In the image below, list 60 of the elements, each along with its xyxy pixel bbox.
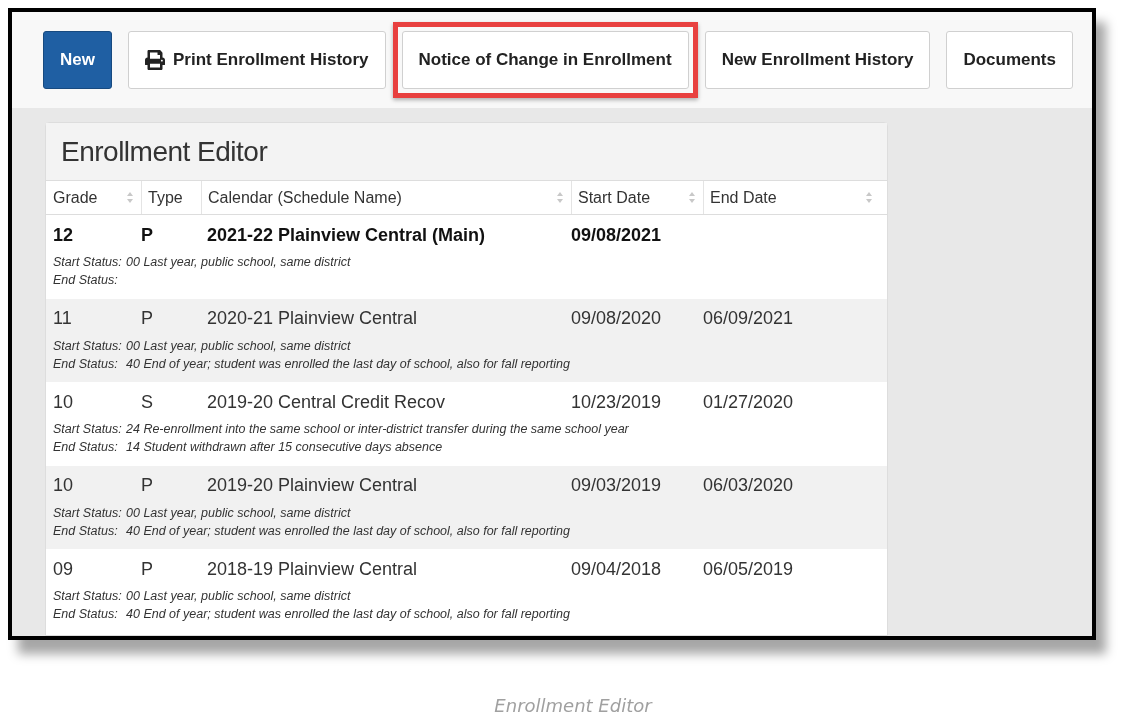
table-cell: 06/03/2020 [703, 475, 794, 496]
status-label: End Status: [53, 272, 119, 289]
table-cell: 09/03/2019 [571, 475, 662, 496]
status-text: 00 Last year, public school, same district [126, 337, 351, 355]
table-cell: P [141, 558, 153, 579]
toolbar-button[interactable]: New Enrollment History [704, 31, 931, 89]
status-text: 40 End of year; student was enrolled the last day of school, also for fall reporting [126, 522, 570, 540]
status-text: 40 End of year; student was enrolled the last day of school, also for fall reporting [126, 355, 570, 373]
column-header[interactable]: End Date [703, 181, 880, 214]
status-text: 40 End of year; student was enrolled the last day of school, also for fall reporting [126, 606, 570, 624]
status-text: 00 Last year, public school, same district [126, 504, 351, 522]
table-cell: 2018-19 Plainview Central [207, 558, 418, 579]
status-text: 00 Last year, public school, same district [126, 254, 351, 271]
column-header[interactable]: Calendar (Schedule Name) [201, 181, 571, 214]
status-label: End Status: [53, 606, 119, 624]
table-cell: 10/23/2019 [571, 391, 662, 412]
status-label: Start Status: [53, 421, 121, 439]
table-cell: 06/05/2019 [703, 558, 794, 579]
table-cell: 11 [53, 308, 72, 329]
status-label: End Status: [53, 439, 119, 457]
table-cell: P [141, 475, 153, 496]
sort-icon [866, 192, 872, 203]
image-caption: Enrollment Editor [494, 695, 652, 717]
table-cell: S [141, 391, 153, 412]
table-cell: 2019-20 Central Credit Recov [207, 391, 446, 412]
table-cell: P [141, 224, 153, 245]
table-cell: 10 [53, 391, 74, 412]
printer-icon [144, 50, 165, 70]
table-cell: 06/09/2021 [703, 308, 794, 329]
table-cell: 12 [53, 224, 74, 245]
panel-title: Enrollment Editor [61, 134, 268, 169]
sort-icon [127, 192, 133, 203]
table-cell: 10 [53, 475, 74, 496]
toolbar-button[interactable]: Notice of Change in Enrollment [401, 31, 689, 89]
table-cell: 01/27/2020 [703, 391, 794, 412]
table-cell: 2020-21 Plainview Central [207, 308, 418, 329]
table-cell: 09/08/2020 [571, 308, 662, 329]
table-cell: P [141, 308, 153, 329]
table-cell: 2019-20 Plainview Central [207, 475, 418, 496]
table-cell: 2021-22 Plainview Central (Main) [207, 224, 486, 245]
status-label: Start Status: [53, 254, 121, 271]
column-header[interactable]: Start Date [571, 181, 703, 214]
table-cell: 09/04/2018 [571, 558, 662, 579]
status-label: Start Status: [53, 588, 121, 606]
sort-icon [557, 192, 563, 203]
status-text: 24 Re-enrollment into the same school or inter-district transfer during the same school year [126, 421, 629, 439]
sort-icon [689, 192, 695, 203]
status-text: 14 Student withdrawn after 15 consecutive days absence [126, 439, 443, 457]
table-cell: 09/08/2021 [571, 224, 662, 245]
status-label: Start Status: [53, 337, 121, 355]
column-header[interactable]: Grade [53, 181, 141, 214]
column-header[interactable]: Type [141, 181, 201, 214]
table-cell: 09 [53, 558, 74, 579]
status-label: End Status: [53, 522, 119, 540]
toolbar-button[interactable]: Documents [946, 31, 1073, 89]
status-label: End Status: [53, 355, 119, 373]
status-label: Start Status: [53, 504, 121, 522]
toolbar-button[interactable]: Print Enrollment History [127, 31, 386, 89]
toolbar-button[interactable]: New [43, 31, 112, 89]
status-text: 00 Last year, public school, same district [126, 588, 351, 606]
